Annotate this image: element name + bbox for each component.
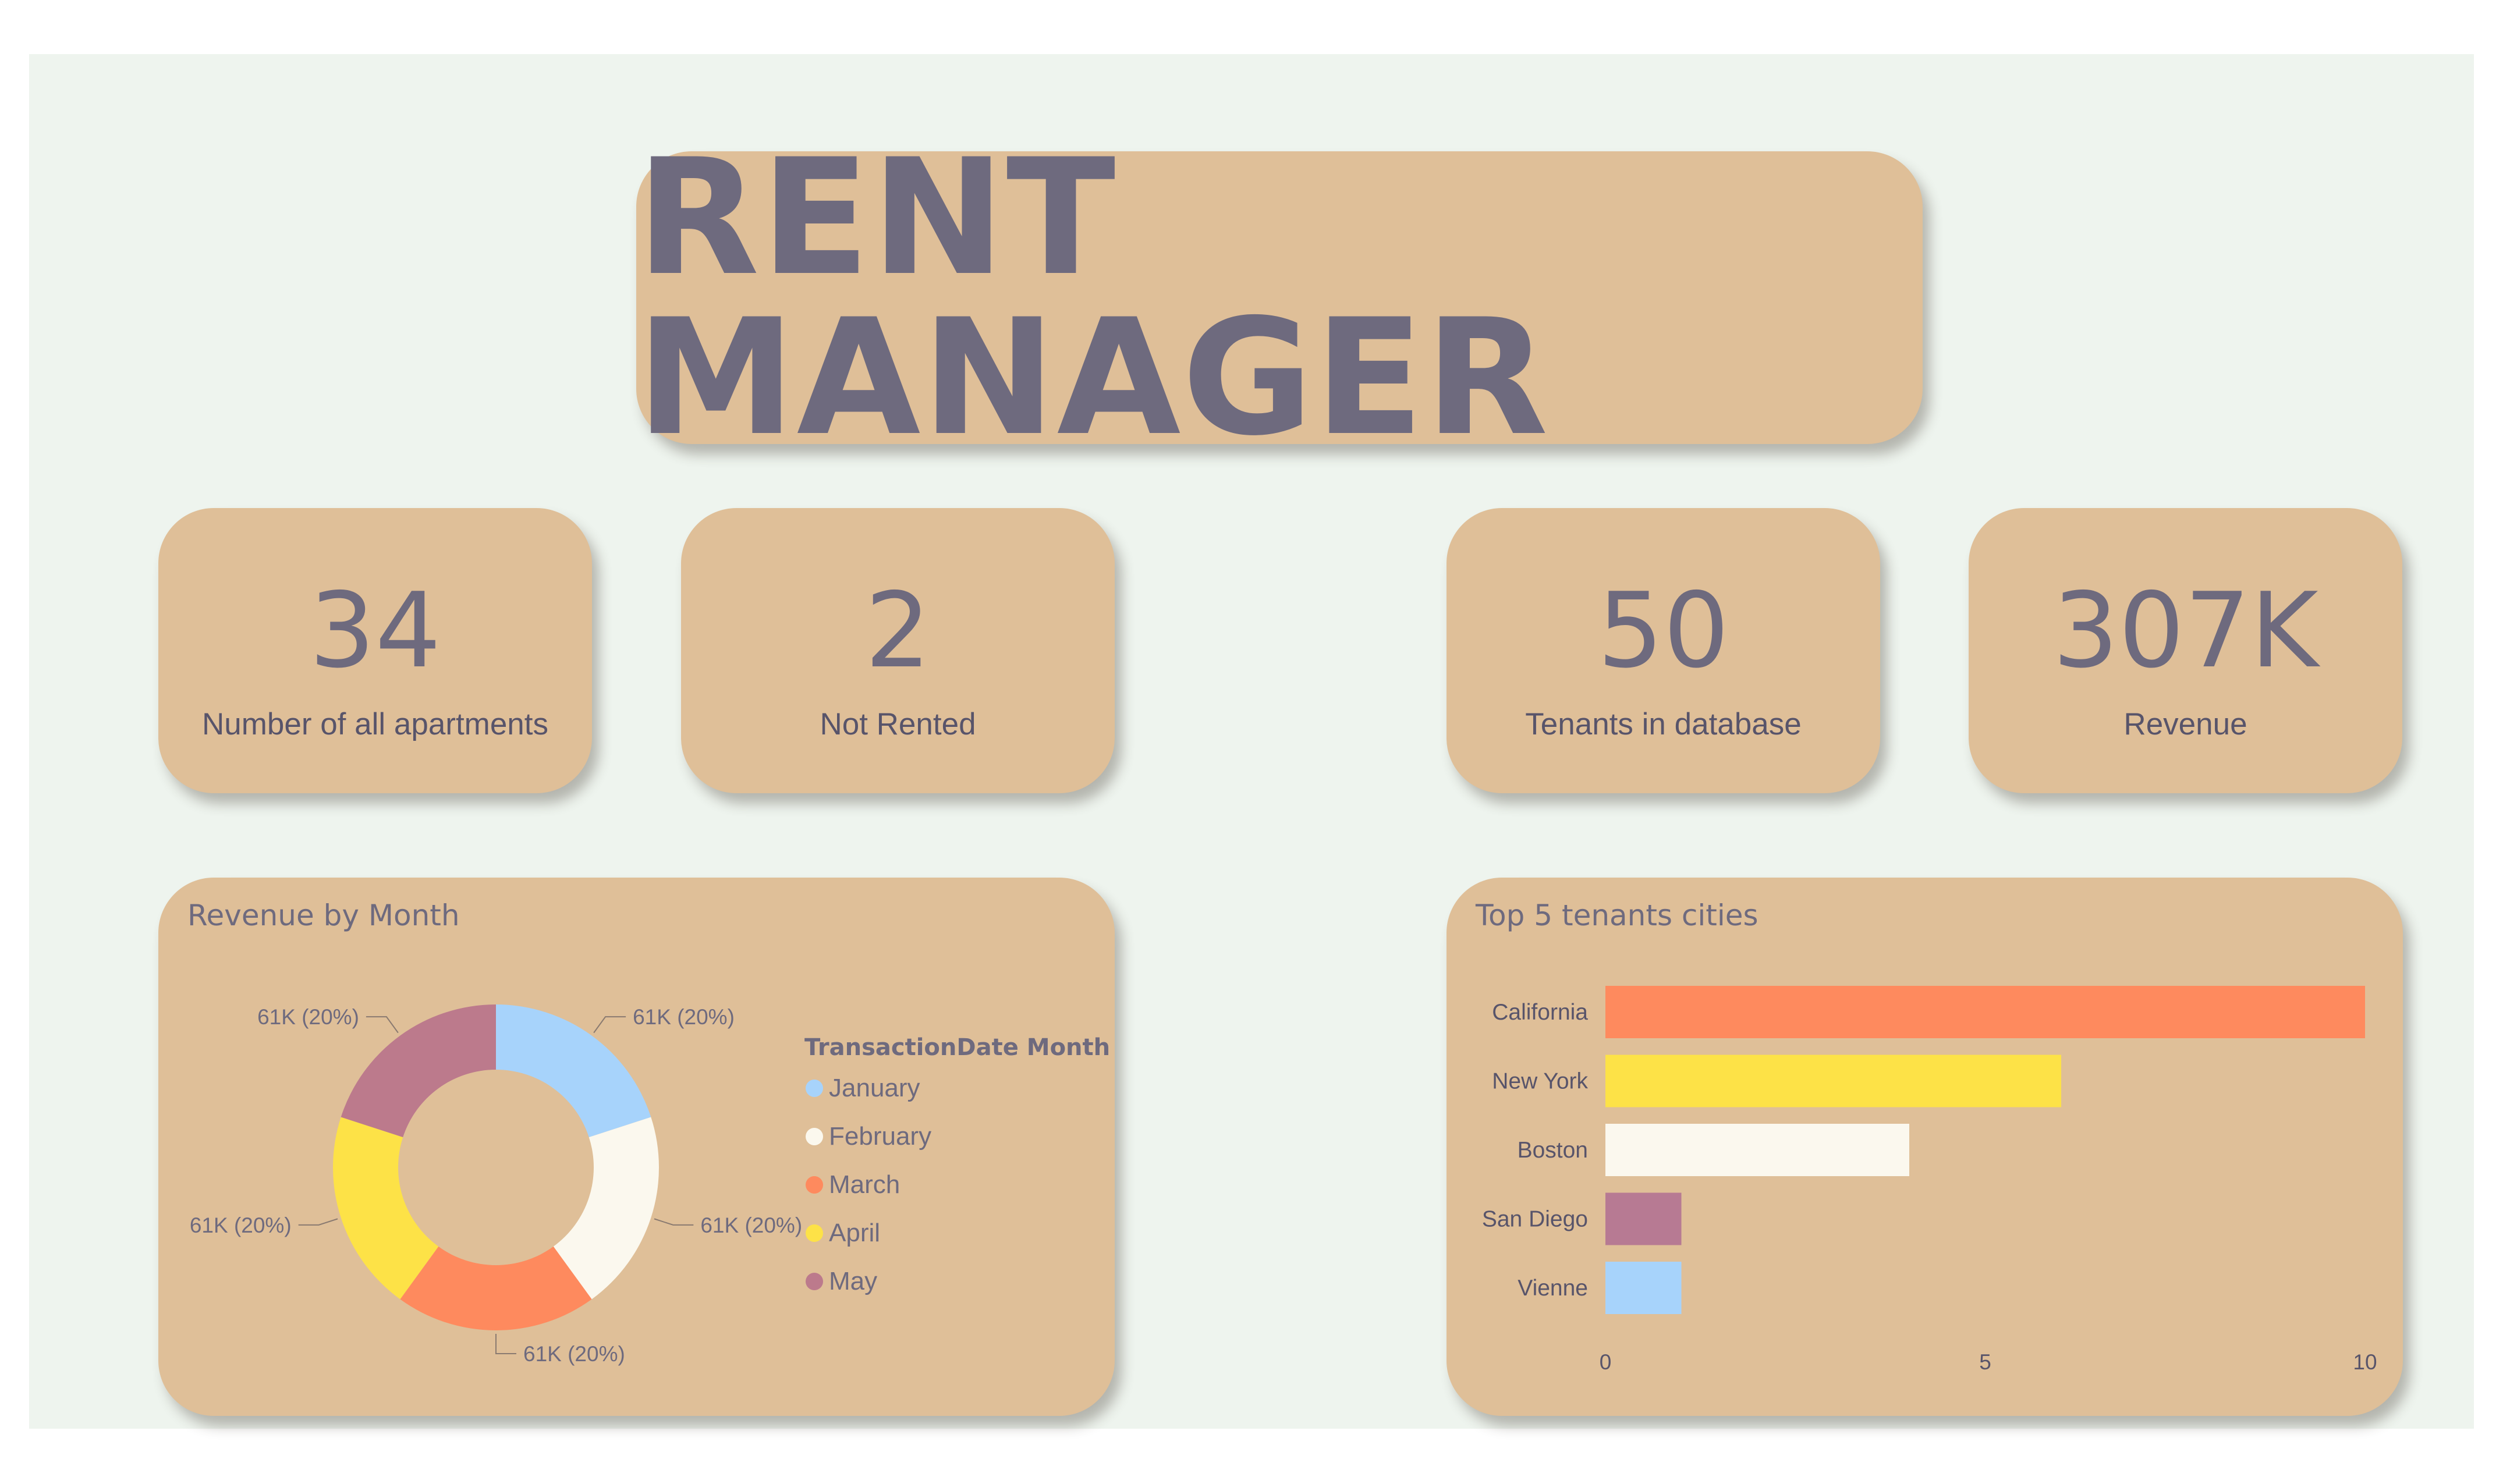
leader-line: [366, 1016, 399, 1034]
leader-line: [495, 1334, 516, 1354]
data-label: 61K (20%): [257, 1005, 359, 1029]
kpi-label: Tenants in database: [1525, 707, 1802, 741]
kpi-value: 2: [864, 570, 931, 691]
x-tick-label: 10: [2353, 1350, 2377, 1374]
bar-boston[interactable]: [1605, 1124, 1909, 1176]
legend-marker: [806, 1080, 823, 1097]
donut-slice-january[interactable]: [496, 1004, 651, 1138]
top-cities-panel[interactable]: Top 5 tenants cities California New York B…: [1447, 878, 2403, 1416]
revenue-by-month-panel[interactable]: Revenue by Month 61K (20%) 61K (20%) 61K (…: [158, 878, 1115, 1416]
kpi-label: Not Rented: [820, 707, 976, 741]
bar-new-york[interactable]: [1605, 1055, 2061, 1107]
category-label: California: [1492, 1000, 1588, 1025]
title-card: RENT MANAGER: [636, 124, 1923, 471]
kpi-value: 34: [309, 570, 441, 691]
kpi-label: Number of all apartments: [201, 707, 549, 741]
legend-item-may[interactable]: May: [829, 1267, 877, 1295]
dashboard-canvas: RENT MANAGER 34 Number of all apartments…: [29, 54, 2474, 1429]
legend-item-april[interactable]: April: [829, 1219, 880, 1247]
kpi-label: Revenue: [2123, 707, 2247, 741]
bar-california[interactable]: [1605, 986, 2365, 1038]
x-tick-label: 5: [1979, 1350, 1991, 1374]
data-label: 61K (20%): [523, 1342, 625, 1366]
data-label: 61K (20%): [633, 1005, 735, 1029]
category-label: San Diego: [1482, 1207, 1588, 1232]
category-label: Boston: [1518, 1138, 1588, 1163]
leader-line: [298, 1218, 338, 1226]
kpi-card-tenants[interactable]: 50 Tenants in database: [1447, 508, 1880, 793]
kpi-card-apartments[interactable]: 34 Number of all apartments: [158, 508, 592, 793]
kpi-value: 307K: [2052, 570, 2318, 691]
bar-san-diego[interactable]: [1605, 1192, 1682, 1245]
bar-chart[interactable]: California New York Boston San Diego Vienne 0…: [1447, 878, 2403, 1416]
x-tick-label: 0: [1600, 1350, 1612, 1374]
category-label: Vienne: [1518, 1276, 1588, 1301]
legend-marker: [806, 1128, 823, 1145]
legend-marker: [806, 1224, 823, 1242]
legend-marker: [806, 1273, 823, 1290]
category-label: New York: [1492, 1069, 1588, 1094]
legend-item-march[interactable]: March: [829, 1170, 900, 1199]
legend-marker: [806, 1176, 823, 1194]
legend-item-february[interactable]: February: [829, 1122, 931, 1151]
kpi-card-not-rented[interactable]: 2 Not Rented: [681, 508, 1115, 793]
legend-title: TransactionDate Month: [804, 1034, 1110, 1061]
kpi-card-revenue[interactable]: 307K Revenue: [1969, 508, 2402, 793]
leader-line: [593, 1016, 626, 1034]
bar-vienne[interactable]: [1605, 1262, 1682, 1314]
data-label: 61K (20%): [700, 1213, 802, 1237]
donut-chart[interactable]: 61K (20%) 61K (20%) 61K (20%) 61K (20%) 61K …: [158, 878, 1115, 1416]
kpi-value: 50: [1597, 570, 1729, 691]
data-label: 61K (20%): [190, 1213, 292, 1237]
donut-slice-may[interactable]: [341, 1004, 496, 1138]
legend-item-january[interactable]: January: [829, 1074, 920, 1102]
page-title: RENT MANAGER: [636, 124, 1550, 471]
leader-line: [654, 1218, 694, 1226]
